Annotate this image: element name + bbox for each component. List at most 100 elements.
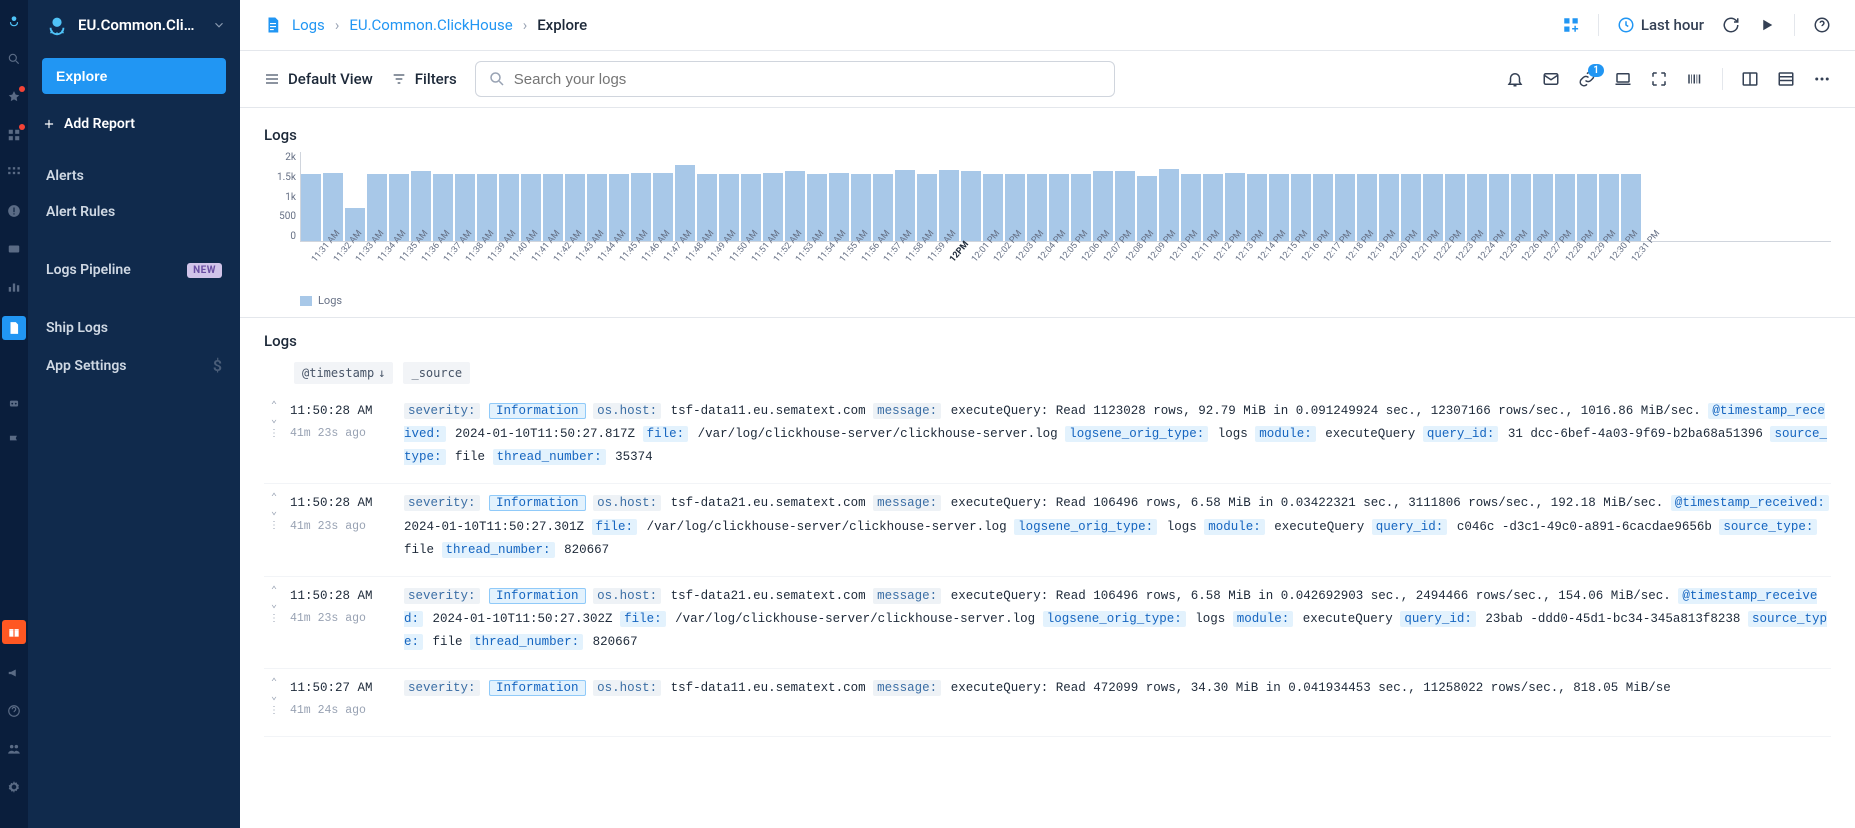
link-icon[interactable]: 1 (1578, 70, 1596, 88)
chart-title: Logs (264, 126, 1831, 144)
play-icon[interactable] (1758, 16, 1776, 34)
breadcrumb-sep: › (523, 16, 528, 34)
row-menu-icon[interactable]: ⋮ (269, 522, 279, 532)
search-icon[interactable] (5, 50, 23, 68)
log-row[interactable]: ⌃ ⌄ ⋮ 11:50:27 AM41m 24s agoseverity: Infor… (264, 669, 1831, 736)
source-cell: severity: Information os.host: tsf-data1… (404, 677, 1831, 721)
log-row[interactable]: ⌃ ⌄ ⋮ 11:50:28 AM41m 23s agoseverity: Infor… (264, 577, 1831, 669)
col-timestamp[interactable]: @timestamp ↓ (294, 362, 393, 384)
rocket-icon[interactable] (5, 88, 23, 106)
logs-columns: @timestamp ↓ _source (264, 362, 1831, 384)
nav-ship-logs[interactable]: Ship Logs (28, 310, 240, 346)
sub-toolbar-right: 1 (1506, 68, 1831, 90)
chart-bars[interactable] (300, 152, 1831, 242)
refresh-icon[interactable] (1722, 16, 1740, 34)
logs-icon[interactable] (2, 316, 26, 340)
breadcrumb-app[interactable]: EU.Common.ClickHouse (349, 16, 512, 34)
expand-down-icon[interactable]: ⌄ (271, 508, 277, 518)
chart-x-axis: 11:31 AM11:32 AM11:33 AM11:34 AM11:35 AM… (300, 246, 1831, 288)
nav-alert-rules[interactable]: Alert Rules (28, 194, 240, 230)
expand-up-icon[interactable]: ⌃ (271, 402, 277, 412)
mail-icon[interactable] (1542, 70, 1560, 88)
sort-desc-icon: ↓ (378, 366, 385, 380)
nav-app-settings[interactable]: App Settings $ (28, 346, 240, 385)
chevron-down-icon[interactable] (212, 18, 226, 32)
expand-up-icon[interactable]: ⌃ (271, 587, 277, 597)
split-view-icon[interactable] (1741, 70, 1759, 88)
time-range-selector[interactable]: Last hour (1617, 16, 1704, 34)
row-menu-icon[interactable]: ⋮ (269, 707, 279, 717)
chart-bar[interactable] (961, 171, 981, 241)
sub-toolbar: Default View Filters 1 (240, 51, 1855, 108)
col-source[interactable]: _source (403, 362, 470, 384)
search-input[interactable] (514, 71, 1102, 88)
document-icon (264, 16, 282, 34)
expand-up-icon[interactable]: ⌃ (271, 494, 277, 504)
legend-swatch (300, 296, 312, 306)
add-report-label: Add Report (64, 116, 135, 132)
apps-icon[interactable] (1562, 16, 1580, 34)
timestamp-cell: 11:50:27 AM41m 24s ago (284, 677, 404, 721)
help-icon[interactable] (5, 702, 23, 720)
add-report-button[interactable]: Add Report (42, 110, 226, 138)
chart-y-axis: 2k1.5k1k5000 (264, 152, 296, 242)
barcode-icon[interactable] (1686, 70, 1704, 88)
list-view-icon[interactable] (1777, 70, 1795, 88)
sidebar-header[interactable]: EU.Common.Click... (28, 0, 240, 50)
dollar-icon: $ (213, 356, 222, 375)
icon-rail (0, 0, 28, 828)
flag-icon[interactable] (5, 432, 23, 450)
expand-icon[interactable] (1650, 70, 1668, 88)
source-cell: severity: Information os.host: tsf-data1… (404, 400, 1831, 469)
expand-down-icon[interactable]: ⌄ (271, 693, 277, 703)
breadcrumb-sep: › (335, 16, 340, 34)
bars-icon[interactable] (5, 278, 23, 296)
search-box[interactable] (475, 61, 1115, 97)
help-circle-icon[interactable] (1813, 16, 1831, 34)
expand-down-icon[interactable]: ⌄ (271, 416, 277, 426)
logo-icon[interactable] (5, 12, 23, 30)
robot-icon[interactable] (5, 394, 23, 412)
chart-legend: Logs (300, 294, 1831, 307)
row-menu-icon[interactable]: ⋮ (269, 430, 279, 440)
laptop-icon[interactable] (1614, 70, 1632, 88)
megaphone-icon[interactable] (5, 664, 23, 682)
top-bar: Logs › EU.Common.ClickHouse › Explore La… (240, 0, 1855, 51)
breadcrumb-logs[interactable]: Logs (292, 16, 325, 34)
default-view-button[interactable]: Default View (264, 70, 373, 88)
alert-icon[interactable] (5, 202, 23, 220)
timestamp-cell: 11:50:28 AM41m 23s ago (284, 492, 404, 561)
logs-panel: Logs @timestamp ↓ _source ⌃ ⌄ ⋮ 11:50:28 AM… (240, 317, 1855, 751)
top-bar-right: Last hour (1562, 14, 1831, 36)
link-badge: 1 (1588, 64, 1604, 77)
breadcrumb: Logs › EU.Common.ClickHouse › Explore (264, 16, 587, 34)
card-icon[interactable] (5, 240, 23, 258)
bell-icon[interactable] (1506, 70, 1524, 88)
nav-logs-pipeline[interactable]: Logs Pipeline NEW (28, 252, 240, 288)
timestamp-cell: 11:50:28 AM41m 23s ago (284, 400, 404, 469)
more-icon[interactable] (1813, 70, 1831, 88)
gear-icon[interactable] (5, 778, 23, 796)
chart-bar[interactable] (301, 174, 321, 242)
breadcrumb-current: Explore (537, 16, 587, 34)
chart-panel: Logs 2k1.5k1k5000 11:31 AM11:32 AM11:33 … (240, 108, 1855, 317)
explore-button[interactable]: Explore (42, 58, 226, 94)
expand-down-icon[interactable]: ⌄ (271, 601, 277, 611)
app-logo-icon (46, 14, 68, 36)
logs-title: Logs (264, 332, 1831, 350)
row-menu-icon[interactable]: ⋮ (269, 615, 279, 625)
expand-up-icon[interactable]: ⌃ (271, 679, 277, 689)
nav-alerts[interactable]: Alerts (28, 158, 240, 194)
timestamp-cell: 11:50:28 AM41m 23s ago (284, 585, 404, 654)
app-title: EU.Common.Click... (78, 16, 202, 34)
users-icon[interactable] (5, 740, 23, 758)
source-cell: severity: Information os.host: tsf-data2… (404, 492, 1831, 561)
main-content: Logs › EU.Common.ClickHouse › Explore La… (240, 0, 1855, 828)
filters-button[interactable]: Filters (391, 70, 457, 88)
source-cell: severity: Information os.host: tsf-data2… (404, 585, 1831, 654)
log-row[interactable]: ⌃ ⌄ ⋮ 11:50:28 AM41m 23s agoseverity: Infor… (264, 484, 1831, 576)
dashboard-icon[interactable] (5, 126, 23, 144)
log-row[interactable]: ⌃ ⌄ ⋮ 11:50:28 AM41m 23s agoseverity: Infor… (264, 392, 1831, 484)
grid-icon[interactable] (5, 164, 23, 182)
gift-icon[interactable] (2, 620, 26, 644)
